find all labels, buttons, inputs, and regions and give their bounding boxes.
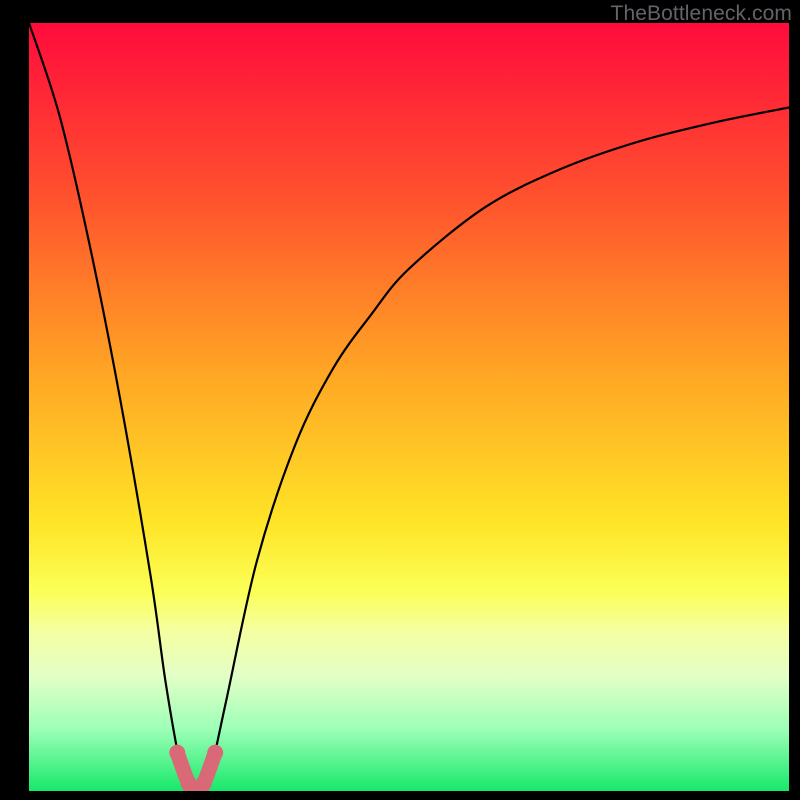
optimal-dot <box>169 745 185 761</box>
bottleneck-curve <box>29 23 789 791</box>
chart-svg <box>29 23 789 791</box>
optimal-dot <box>207 745 223 761</box>
watermark-text: TheBottleneck.com <box>611 2 792 26</box>
optimal-dot <box>196 775 212 791</box>
